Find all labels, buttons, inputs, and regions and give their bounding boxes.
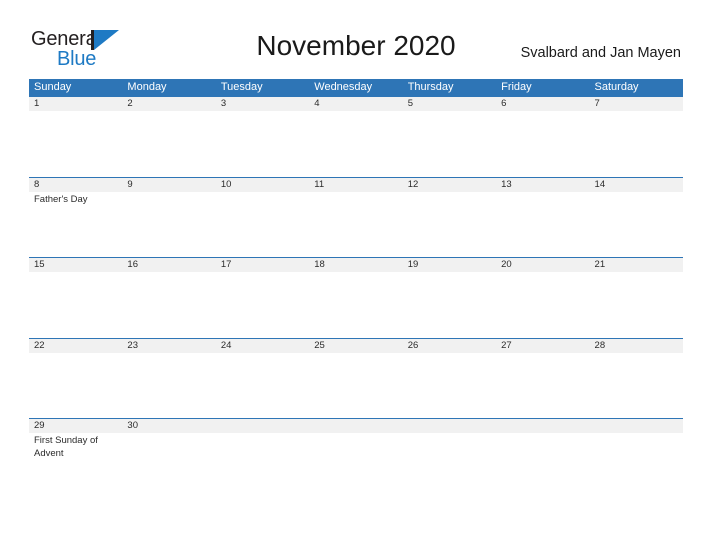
day-cell[interactable]: 15 (29, 258, 122, 337)
day-cell[interactable]: 1 (29, 97, 122, 176)
day-number: 18 (314, 259, 325, 270)
day-number: 11 (314, 178, 325, 190)
day-cell[interactable]: 18 (309, 258, 402, 337)
day-number: 12 (407, 178, 419, 190)
day-of-week-friday: Friday (501, 81, 532, 93)
day-number: 2 (127, 98, 133, 109)
day-of-week-header-row: Sunday Monday Tuesday Wednesday Thursday… (29, 79, 683, 96)
day-number: 25 (314, 339, 325, 351)
day-of-week-tuesday: Tuesday (220, 81, 263, 93)
day-cell[interactable]: 12 (403, 178, 496, 257)
day-event: Father's Day (34, 193, 88, 205)
day-cell[interactable]: 5 (403, 97, 496, 176)
day-event: First Sunday of Advent (34, 435, 98, 459)
day-number: 14 (594, 178, 606, 190)
day-cell[interactable]: 8 Father's Day (29, 178, 122, 257)
day-number: 8 (34, 178, 40, 190)
day-cell[interactable]: 23 (122, 339, 215, 418)
day-cell (403, 419, 496, 498)
day-number: 13 (501, 178, 512, 190)
day-cell[interactable]: 11 (309, 178, 402, 257)
day-number: 16 (127, 259, 138, 270)
day-cell[interactable]: 25 (309, 339, 402, 418)
day-cell[interactable]: 14 (590, 178, 683, 257)
day-number: 23 (127, 339, 138, 351)
day-cell[interactable]: 6 (496, 97, 589, 176)
day-number: 17 (220, 259, 232, 270)
day-cell (590, 419, 683, 498)
day-number: 29 (34, 420, 45, 431)
calendar-grid: Sunday Monday Tuesday Wednesday Thursday… (29, 79, 683, 499)
day-number: 21 (594, 259, 606, 270)
week-row: 15 16 17 18 19 20 21 (29, 257, 683, 338)
day-cell[interactable]: 27 (496, 339, 589, 418)
day-number: 19 (407, 259, 419, 270)
day-number: 7 (594, 98, 600, 109)
day-cell[interactable]: 2 (122, 97, 215, 176)
day-of-week-wednesday: Wednesday (314, 81, 373, 93)
week-row: 1 2 3 4 5 6 7 (29, 96, 683, 177)
day-number: 5 (407, 98, 413, 109)
day-cell (216, 419, 309, 498)
day-cell[interactable]: 29 First Sunday of Advent (29, 419, 122, 498)
day-cell[interactable]: 7 (590, 97, 683, 176)
day-number: 6 (501, 98, 507, 109)
day-of-week-sunday: Sunday (34, 81, 72, 93)
day-cell[interactable]: 3 (216, 97, 309, 176)
day-cell[interactable]: 30 (122, 419, 215, 498)
week-row: 29 First Sunday of Advent 30 (29, 418, 683, 499)
day-cell[interactable]: 13 (496, 178, 589, 257)
day-cell[interactable]: 24 (216, 339, 309, 418)
day-cell[interactable]: 28 (590, 339, 683, 418)
day-number: 20 (501, 259, 512, 270)
day-number: 26 (407, 339, 419, 351)
day-number: 1 (34, 98, 40, 109)
day-cell[interactable]: 19 (403, 258, 496, 337)
day-number: 3 (220, 98, 227, 109)
day-of-week-saturday: Saturday (594, 81, 639, 93)
day-cell[interactable]: 21 (590, 258, 683, 337)
day-cell[interactable]: 10 (216, 178, 309, 257)
week-row: 22 23 24 25 26 27 28 (29, 337, 683, 419)
day-cell (309, 419, 402, 498)
day-cell[interactable]: 17 (216, 258, 309, 337)
day-number: 24 (220, 339, 232, 351)
calendar-page: General Blue November 2020 Svalbard and … (0, 0, 712, 550)
day-number: 4 (314, 98, 320, 109)
day-cell[interactable]: 4 (309, 97, 402, 176)
day-number: 28 (594, 339, 606, 351)
day-cell[interactable]: 9 (122, 178, 215, 257)
week-row: 8 Father's Day 9 10 11 12 13 14 (29, 176, 683, 258)
day-of-week-monday: Monday (127, 81, 167, 93)
day-cell[interactable]: 26 (403, 339, 496, 418)
day-of-week-thursday: Thursday (407, 81, 454, 93)
day-cell[interactable]: 20 (496, 258, 589, 337)
page-header: General Blue November 2020 Svalbard and … (0, 0, 712, 78)
day-number: 15 (34, 259, 45, 270)
day-cell[interactable]: 16 (122, 258, 215, 337)
day-cell[interactable]: 22 (29, 339, 122, 418)
day-number: 9 (127, 178, 133, 190)
day-cell (496, 419, 589, 498)
day-number: 10 (220, 178, 232, 190)
region-label: Svalbard and Jan Mayen (520, 45, 681, 61)
day-number: 22 (34, 339, 45, 351)
day-number: 30 (127, 420, 138, 431)
day-number: 27 (501, 339, 512, 351)
